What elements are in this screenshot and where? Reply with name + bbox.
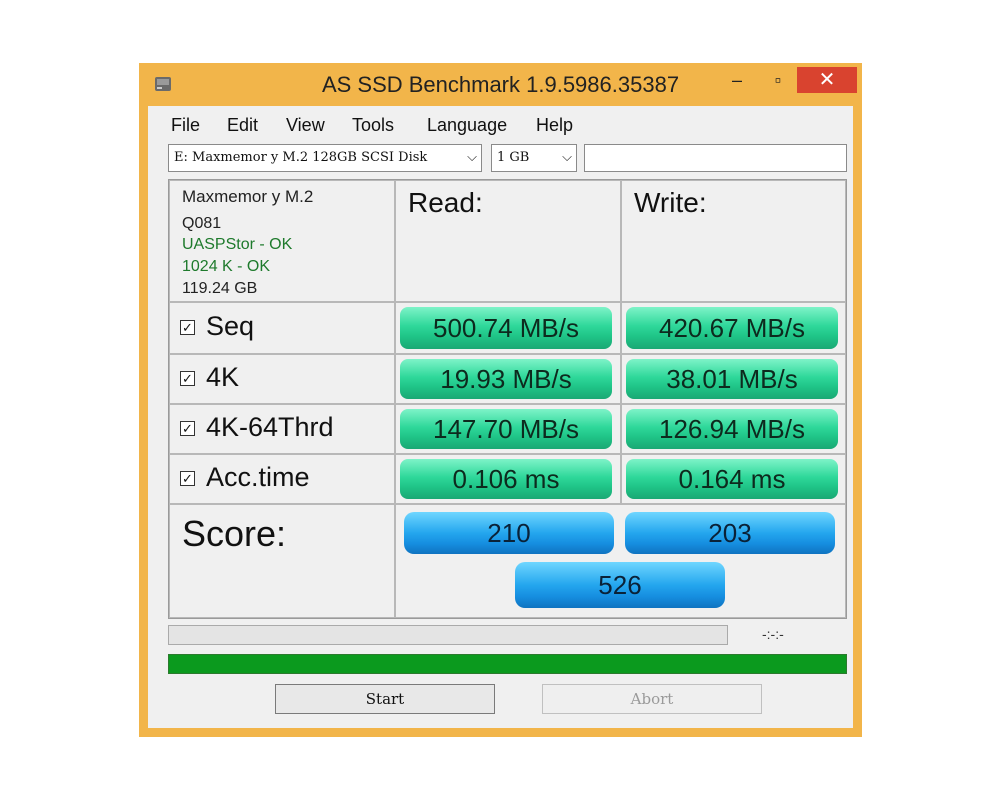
seq-read-value: 500.74 MB/s (400, 307, 612, 349)
window-title: AS SSD Benchmark 1.9.5986.35387 (321, 72, 680, 97)
maximize-button[interactable]: ▫ (764, 67, 792, 93)
close-button[interactable]: ✕ (797, 67, 857, 93)
acctime-checkbox[interactable]: ✓ (180, 471, 195, 486)
drive-name: Maxmemor y M.2 (182, 187, 314, 206)
start-button[interactable]: Start (275, 684, 495, 714)
menu-edit[interactable]: Edit (227, 115, 258, 136)
size-select-value: 1 GB (497, 150, 530, 165)
menu-bar: File Edit View Tools Language Help (148, 110, 853, 140)
test-progress-bar (168, 625, 728, 645)
results-grid: Maxmemor y M.2 Q081 UASPStor - OK 1024 K… (168, 179, 847, 619)
elapsed-time: -:-:- (762, 626, 784, 642)
seq-label: Seq (206, 311, 255, 341)
value-cell: 38.01 MB/s (621, 354, 846, 404)
drive-firmware: Q081 (182, 215, 222, 232)
score-total: 526 (515, 562, 725, 608)
4k64-write-value: 126.94 MB/s (626, 409, 838, 449)
acctime-write-value: 0.164 ms (626, 459, 838, 499)
alignment-status: 1024 K - OK (182, 258, 271, 275)
row-label-cell: ✓ 4K-64Thrd (169, 404, 395, 454)
client-area: File Edit View Tools Language Help E: Ma… (148, 106, 853, 728)
value-cell: 0.106 ms (395, 454, 621, 504)
read-header: Read: (408, 187, 483, 218)
row-label-cell: ✓ Seq (169, 302, 395, 354)
driver-status: UASPStor - OK (182, 236, 293, 253)
value-cell: 147.70 MB/s (395, 404, 621, 454)
4k-read-value: 19.93 MB/s (400, 359, 612, 399)
drive-info-panel: Maxmemor y M.2 Q081 UASPStor - OK 1024 K… (169, 180, 395, 302)
4k64-read-value: 147.70 MB/s (400, 409, 612, 449)
menu-view[interactable]: View (286, 115, 325, 136)
size-select[interactable]: 1 GB ⌵ (491, 144, 577, 172)
score-write: 203 (625, 512, 835, 554)
minimize-button[interactable]: – (723, 67, 751, 93)
value-cell: 126.94 MB/s (621, 404, 846, 454)
value-cell: 0.164 ms (621, 454, 846, 504)
seq-write-value: 420.67 MB/s (626, 307, 838, 349)
acctime-label: Acc.time (206, 462, 310, 492)
write-header-cell: Write: (621, 180, 846, 302)
menu-tools[interactable]: Tools (352, 115, 394, 136)
menu-help[interactable]: Help (536, 115, 573, 136)
drive-select-value: E: Maxmemor y M.2 128GB SCSI Disk (174, 150, 428, 165)
4k-label: 4K (206, 362, 240, 392)
chevron-down-icon: ⌵ (467, 150, 477, 165)
4k-checkbox[interactable]: ✓ (180, 371, 195, 386)
value-cell: 19.93 MB/s (395, 354, 621, 404)
score-label: Score: (182, 513, 287, 554)
seq-checkbox[interactable]: ✓ (180, 320, 195, 335)
drive-size: 119.24 GB (182, 280, 258, 297)
chevron-down-icon: ⌵ (562, 150, 572, 165)
read-header-cell: Read: (395, 180, 621, 302)
menu-language[interactable]: Language (427, 115, 507, 136)
menu-file[interactable]: File (171, 115, 200, 136)
4k-write-value: 38.01 MB/s (626, 359, 838, 399)
value-cell: 420.67 MB/s (621, 302, 846, 354)
acctime-read-value: 0.106 ms (400, 459, 612, 499)
app-window: AS SSD Benchmark 1.9.5986.35387 – ▫ ✕ Fi… (139, 63, 862, 737)
title-bar[interactable]: AS SSD Benchmark 1.9.5986.35387 – ▫ ✕ (139, 63, 862, 105)
overall-progress-bar (168, 654, 847, 674)
score-values-cell: 210 203 526 (395, 504, 846, 618)
write-header: Write: (634, 187, 707, 218)
score-read: 210 (404, 512, 614, 554)
row-label-cell: ✓ 4K (169, 354, 395, 404)
drive-select[interactable]: E: Maxmemor y M.2 128GB SCSI Disk ⌵ (168, 144, 482, 172)
4k64-label: 4K-64Thrd (206, 412, 334, 442)
4k64-checkbox[interactable]: ✓ (180, 421, 195, 436)
abort-button[interactable]: Abort (542, 684, 762, 714)
info-text-field[interactable] (584, 144, 847, 172)
row-label-cell: ✓ Acc.time (169, 454, 395, 504)
score-label-cell: Score: (169, 504, 395, 618)
value-cell: 500.74 MB/s (395, 302, 621, 354)
